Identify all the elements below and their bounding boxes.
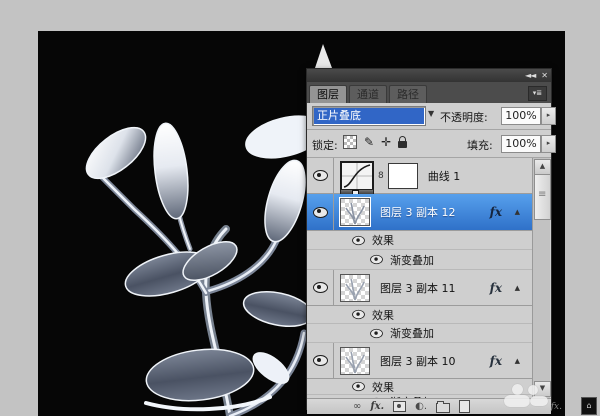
new-group-icon[interactable] (436, 400, 450, 413)
layer-name[interactable]: 图层 3 副本 11 (380, 280, 456, 296)
lock-position-move-icon[interactable]: ✛ (381, 136, 391, 148)
panel-tab-bar: 图层 通道 路径 ▾≣ (307, 82, 551, 103)
effects-label: 效果 (372, 308, 394, 322)
visibility-cell[interactable] (307, 270, 334, 305)
collapse-effects-icon[interactable]: ▲ (515, 357, 520, 365)
visibility-cell[interactable] (307, 343, 334, 378)
layer-row-curves[interactable]: 8 曲线 1 (307, 158, 532, 196)
gradient-overlay-label: 渐变叠加 (390, 253, 434, 267)
lock-row: 锁定: ✎ ✛ 填充: 100% ▸ (307, 130, 556, 158)
panel-menu-icon[interactable]: ▾≣ (528, 86, 547, 101)
eye-icon[interactable] (352, 235, 365, 245)
curves-adjustment-thumbnail[interactable] (340, 160, 374, 196)
effects-row[interactable]: 效果 (307, 306, 532, 324)
layer-row-copy10[interactable]: 图层 3 副本 10 fx ▲ (307, 343, 532, 379)
fill-input[interactable]: 100% (501, 135, 541, 153)
scroll-down-icon[interactable]: ▼ (534, 381, 551, 397)
curves-curve (343, 163, 371, 188)
fx-badge[interactable]: fx (490, 205, 502, 219)
layer-list: 8 曲线 1 图层 3 副本 12 fx ▲ 效果 渐变叠加 图层 3 副本 1… (307, 158, 551, 398)
visibility-cell[interactable] (307, 194, 334, 230)
layer-thumbnail[interactable] (340, 346, 370, 375)
eye-icon[interactable] (352, 381, 365, 392)
lock-paint-brush-icon[interactable]: ✎ (364, 136, 374, 148)
opacity-slider-button[interactable]: ▸ (541, 107, 556, 125)
photoshop-workspace: ◄◄ ✕ 图层 通道 路径 ▾≣ 正片叠底 ▼ 不透明度: 100% ▸ 锁定:… (0, 0, 600, 416)
eye-icon[interactable] (312, 282, 328, 293)
layer-row-copy11[interactable]: 图层 3 副本 11 fx ▲ (307, 270, 532, 306)
eye-icon[interactable] (370, 328, 383, 338)
layer-list-scrollbar[interactable]: ▲ ▼ (532, 158, 551, 398)
tab-channels[interactable]: 通道 (349, 85, 387, 103)
link-layers-icon[interactable]: ∞ (353, 401, 361, 413)
mask-link-icon[interactable]: 8 (378, 171, 384, 181)
tab-layers[interactable]: 图层 (309, 85, 347, 103)
new-adjustment-layer-icon[interactable]: ◐. (415, 401, 427, 413)
lock-transparency-icon[interactable] (343, 135, 357, 149)
tab-paths[interactable]: 路径 (389, 85, 427, 103)
gradient-overlay-row[interactable]: 渐变叠加 (307, 250, 532, 270)
fill-slider-button[interactable]: ▸ (541, 135, 556, 153)
effects-label: 效果 (372, 380, 394, 394)
fill-label: 填充: (467, 139, 493, 152)
effects-label: 效果 (372, 234, 394, 247)
scrollbar-thumb[interactable] (534, 174, 551, 220)
lock-all-padlock-icon[interactable] (398, 136, 408, 148)
lock-label: 锁定: (312, 139, 338, 152)
layer-name[interactable]: 图层 3 副本 12 (380, 204, 456, 220)
thumbnail-sketch (345, 202, 365, 225)
layer-thumbnail[interactable] (340, 273, 370, 302)
collapse-panel-icon[interactable]: ◄◄ (525, 69, 536, 82)
layer-row-copy12[interactable]: 图层 3 副本 12 fx ▲ (307, 194, 532, 231)
eye-icon[interactable] (370, 254, 383, 265)
effects-row[interactable]: 效果 (307, 231, 532, 250)
layer-name[interactable]: 曲线 1 (428, 168, 461, 184)
opacity-label: 不透明度: (440, 111, 488, 124)
blend-dropdown-arrow-icon[interactable]: ▼ (428, 109, 434, 118)
close-panel-icon[interactable]: ✕ (541, 69, 548, 82)
blend-mode-select[interactable]: 正片叠底 (312, 106, 426, 126)
effects-row[interactable]: 效果 (307, 379, 532, 395)
blend-mode-value: 正片叠底 (314, 108, 424, 124)
layers-panel: ◄◄ ✕ 图层 通道 路径 ▾≣ 正片叠底 ▼ 不透明度: 100% ▸ 锁定:… (306, 68, 556, 414)
thumbnail-sketch (345, 278, 365, 300)
visibility-cell[interactable] (307, 158, 334, 193)
eye-icon[interactable] (312, 170, 328, 181)
collapse-effects-icon[interactable]: ▲ (515, 284, 520, 292)
layers-panel-toolbar: ∞ fx. ◐. (307, 398, 551, 414)
gradient-overlay-label: 渐变叠加 (390, 327, 434, 340)
layer-thumbnail[interactable] (339, 197, 371, 227)
layer-mask-thumbnail[interactable] (387, 162, 418, 189)
fx-badge[interactable]: fx (490, 281, 502, 295)
new-layer-icon[interactable] (459, 400, 470, 413)
eye-icon[interactable] (352, 309, 365, 320)
opacity-input[interactable]: 100% (501, 107, 541, 125)
blend-mode-row: 正片叠底 ▼ 不透明度: 100% ▸ (307, 103, 556, 130)
scroll-up-icon[interactable]: ▲ (534, 159, 551, 175)
eye-icon[interactable] (312, 206, 328, 218)
eye-icon[interactable] (312, 355, 328, 366)
gradient-overlay-row[interactable]: 渐变叠加 (307, 324, 532, 343)
add-layer-mask-icon[interactable] (393, 401, 407, 412)
layer-name[interactable]: 图层 3 副本 10 (380, 353, 456, 369)
thumbnail-sketch (345, 351, 365, 373)
corner-watermark-badge: ⌂ (581, 397, 597, 415)
fx-badge[interactable]: fx (490, 354, 502, 368)
collapse-effects-icon[interactable]: ▲ (515, 208, 520, 216)
panel-title-bar: ◄◄ ✕ (307, 69, 551, 82)
leaf-tip (315, 44, 332, 68)
add-layer-style-icon[interactable]: fx. (370, 401, 384, 412)
